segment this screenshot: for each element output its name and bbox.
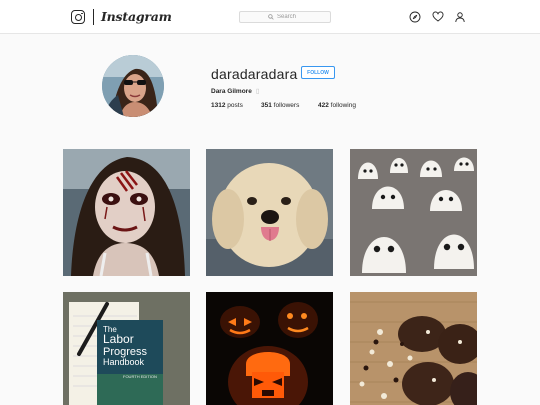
following-stat[interactable]: 422 following (318, 102, 356, 109)
search-icon (268, 14, 274, 20)
instagram-glyph-icon[interactable] (71, 10, 85, 24)
labor-progress-book-photo[interactable]: The Labor Progress Handbook FOURTH EDITI… (63, 292, 190, 405)
explore-compass-icon[interactable] (409, 11, 421, 23)
following-count: 422 (318, 102, 329, 109)
logo-divider (93, 9, 94, 25)
followers-label: followers (273, 102, 300, 109)
book-edition-text: FOURTH EDITION (123, 374, 157, 379)
followers-count: 351 (261, 102, 272, 109)
search-input[interactable] (277, 12, 327, 22)
book-title-line-4: Handbook (103, 357, 145, 367)
book-title-line-2: Labor (103, 332, 134, 346)
profile-person-icon[interactable] (454, 11, 466, 23)
profile-stats: 1312 posts 351 followers 422 following (211, 102, 356, 109)
search-box[interactable] (239, 11, 331, 23)
following-label: following (330, 102, 356, 109)
top-navbar: Instagram (0, 0, 540, 34)
posts-stat: 1312 posts (211, 102, 261, 109)
heart-icon[interactable] (432, 11, 444, 23)
followers-stat[interactable]: 351 followers (261, 102, 318, 109)
fluffy-dog-photo[interactable] (206, 149, 333, 276)
posts-label: posts (227, 102, 243, 109)
posts-count: 1312 (211, 102, 226, 109)
carved-pumpkins-photo[interactable] (206, 292, 333, 405)
profile-username: daradaradara (211, 66, 298, 82)
full-name-text: Dara Gilmore (211, 88, 252, 95)
zombie-makeup-photo[interactable] (63, 149, 190, 276)
profile-avatar[interactable] (102, 55, 164, 117)
profile-full-name: Dara Gilmore ▯ (211, 87, 259, 95)
follow-button[interactable]: FOLLOW (301, 66, 335, 79)
name-glyph-icon: ▯ (255, 88, 260, 95)
meringue-ghosts-photo[interactable] (350, 149, 477, 276)
chocolate-cookies-photo[interactable] (350, 292, 477, 405)
instagram-wordmark[interactable]: Instagram (101, 9, 172, 24)
